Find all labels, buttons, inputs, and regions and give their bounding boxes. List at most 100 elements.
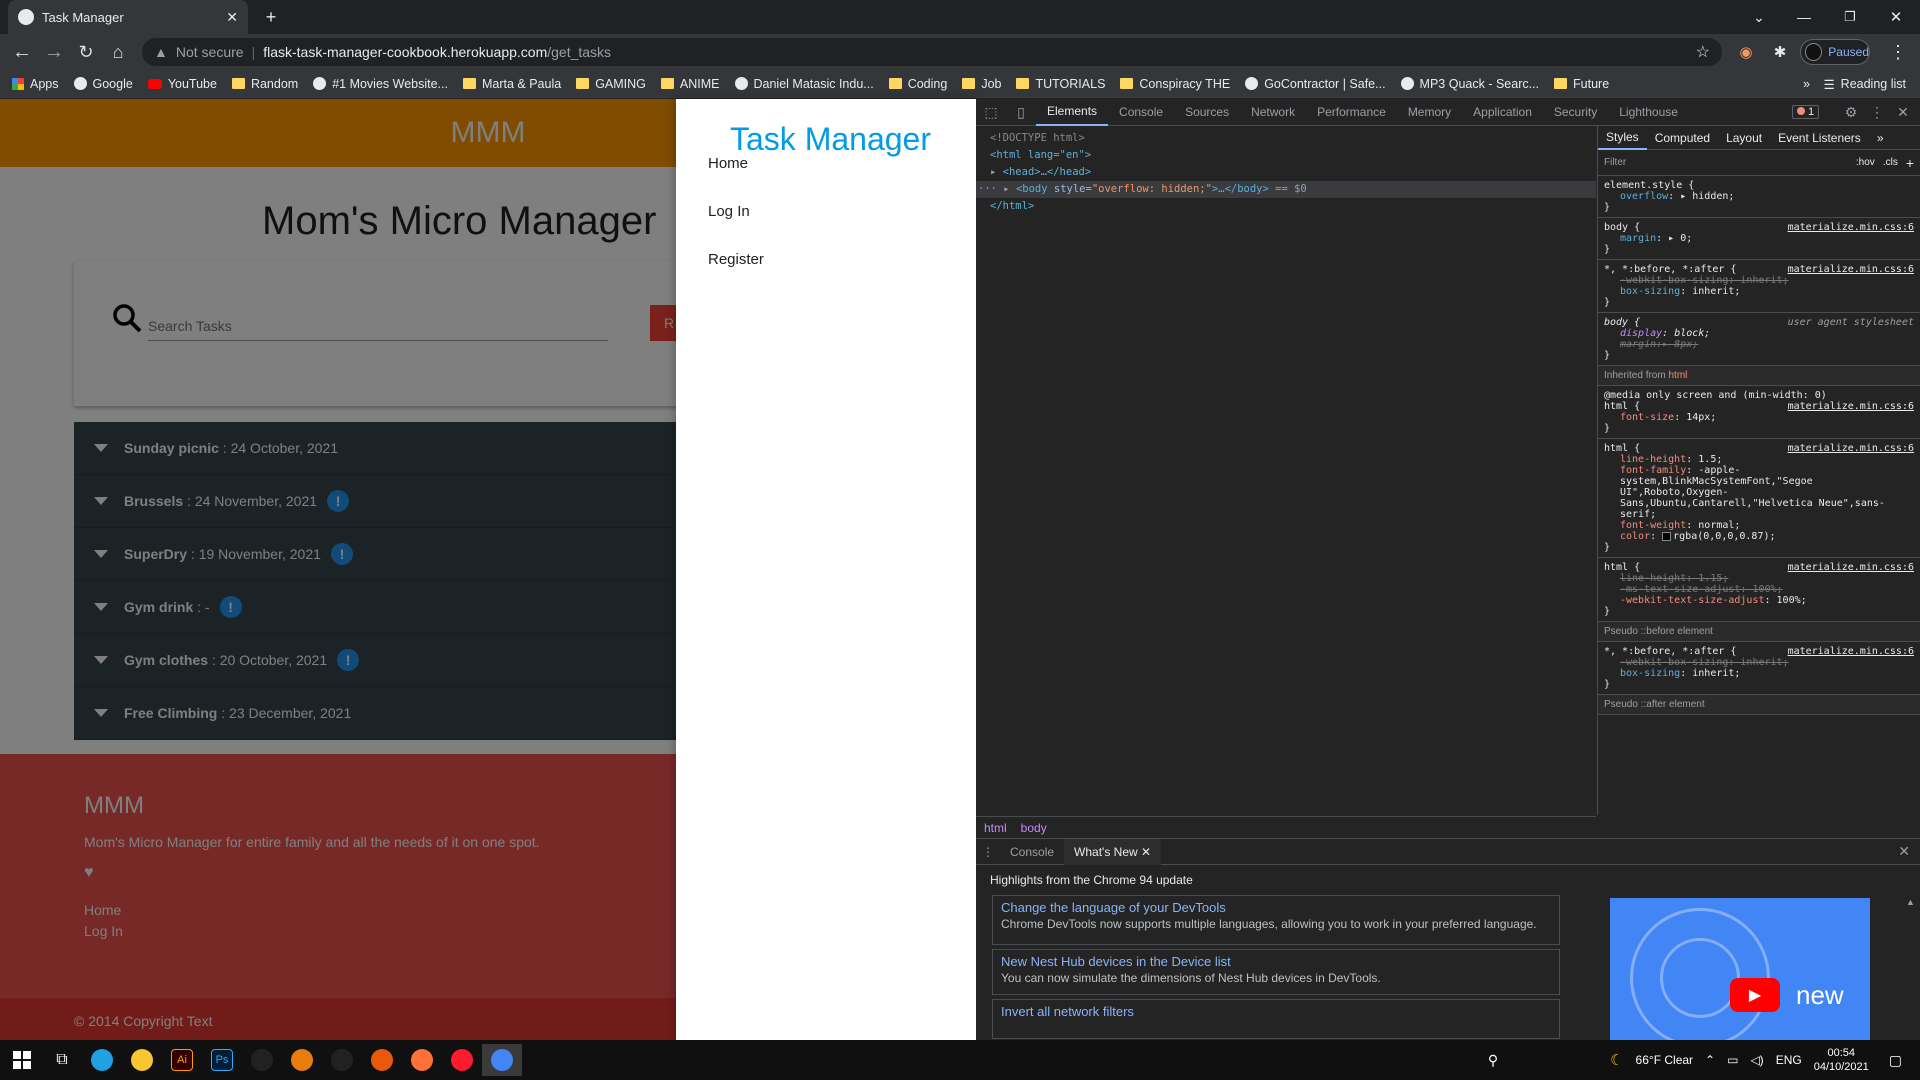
file-explorer-icon[interactable] (122, 1044, 162, 1076)
styles-tab-computed[interactable]: Computed (1647, 126, 1718, 150)
bookmark-item[interactable]: #1 Movies Website... (313, 77, 448, 91)
bookmark-item[interactable]: Conspiracy THE (1120, 77, 1230, 91)
rule-source-link[interactable]: materialize.min.css:6 (1788, 646, 1914, 657)
rule-value[interactable]: : 14px; (1674, 412, 1716, 423)
illustrator-icon[interactable]: Ai (162, 1044, 202, 1076)
task-view-icon[interactable]: ⧉ (42, 1044, 82, 1076)
sidenav-link-register[interactable]: Register (708, 251, 764, 268)
photoshop-icon[interactable]: Ps (202, 1044, 242, 1076)
rule-value[interactable]: : ▸ 0; (1656, 233, 1692, 244)
rule-prop[interactable]: box-sizing (1620, 668, 1680, 679)
cls-toggle[interactable]: .cls (1883, 157, 1898, 168)
not-secure-label[interactable]: Not secure (176, 44, 244, 60)
news-title[interactable]: New Nest Hub devices in the Device list (1001, 954, 1551, 969)
hov-toggle[interactable]: :hov (1856, 157, 1875, 168)
rule-value[interactable]: : inherit; (1728, 657, 1788, 668)
drawer-tab-console[interactable]: Console (1000, 839, 1064, 865)
rule-prop[interactable]: -webkit-box-sizing (1620, 657, 1728, 668)
error-count-badge[interactable]: 1 (1792, 105, 1820, 119)
rule-value[interactable]: : normal; (1686, 520, 1740, 531)
bookmark-item[interactable]: Job (962, 77, 1001, 91)
rule-value[interactable]: : inherit; (1728, 275, 1788, 286)
close-tab-icon[interactable]: ✕ (1141, 845, 1151, 859)
new-tab-button[interactable]: + (256, 2, 286, 32)
news-item[interactable]: Change the language of your DevTools Chr… (992, 895, 1560, 945)
minimize-icon[interactable]: — (1786, 2, 1822, 32)
styles-tab-styles[interactable]: Styles (1598, 126, 1647, 150)
browser-tab[interactable]: Task Manager ✕ (8, 0, 248, 34)
dom-line-head[interactable]: ▸ <head>…</head> (976, 164, 1596, 181)
volume-icon[interactable]: ◁) (1750, 1053, 1763, 1067)
window-close-icon[interactable]: ✕ (1878, 2, 1914, 32)
bookmark-item[interactable]: MP3 Quack - Searc... (1400, 77, 1539, 91)
forward-icon[interactable]: → (38, 34, 70, 70)
devtools-close-icon[interactable]: ✕ (1888, 99, 1918, 126)
device-toolbar-icon[interactable]: ▯ (1006, 99, 1036, 126)
rule-value[interactable]: : inherit; (1680, 668, 1740, 679)
rule-value[interactable]: : 1.15; (1686, 573, 1728, 584)
dom-line-html[interactable]: <html lang="en"> (976, 147, 1596, 164)
bookmark-item[interactable]: GoContractor | Safe... (1245, 77, 1386, 91)
notifications-icon[interactable]: ▢ (1889, 1052, 1902, 1069)
rule-value[interactable]: rgba(0,0,0,0.87); (1673, 531, 1775, 542)
bookmark-item[interactable]: Future (1554, 77, 1609, 91)
rule-prop[interactable]: font-family (1620, 465, 1686, 476)
rule-value[interactable]: :▸ 8px; (1656, 339, 1698, 350)
rule-value[interactable]: : 100%; (1765, 595, 1807, 606)
network-icon[interactable]: ▭ (1727, 1053, 1738, 1067)
inherited-tag[interactable]: html (1668, 370, 1687, 381)
rule-prop[interactable]: display (1620, 328, 1662, 339)
rule-source-link[interactable]: materialize.min.css:6 (1788, 222, 1914, 233)
rule-source-link[interactable]: materialize.min.css:6 (1788, 443, 1914, 454)
rule-prop[interactable]: font-weight (1620, 520, 1686, 531)
drawer-tab-whats-new[interactable]: What's New ✕ (1064, 838, 1162, 865)
sidenav-link-home[interactable]: Home (708, 155, 748, 172)
rule-source-link[interactable]: materialize.min.css:6 (1788, 562, 1914, 573)
bookmark-item[interactable]: Marta & Paula (462, 77, 561, 91)
home-icon[interactable]: ⌂ (102, 34, 134, 70)
dom-line-doctype[interactable]: <!DOCTYPE html> (976, 130, 1596, 147)
devtools-tab-network[interactable]: Network (1240, 99, 1306, 126)
dom-line-html-close[interactable]: </html> (976, 198, 1596, 215)
color-swatch-icon[interactable] (1662, 531, 1672, 541)
styles-filter-input[interactable]: Filter (1604, 157, 1856, 168)
tab-search-icon[interactable]: ⌄ (1744, 2, 1774, 32)
warning-icon[interactable]: ▲ (154, 44, 168, 60)
devtools-tab-performance[interactable]: Performance (1306, 99, 1397, 126)
bookmark-item[interactable]: ANIME (660, 77, 720, 91)
app-icon[interactable] (362, 1044, 402, 1076)
bookmark-item[interactable]: Google (73, 77, 133, 91)
sidenav-overlay[interactable] (0, 99, 676, 1045)
news-item[interactable]: Invert all network filters (992, 999, 1560, 1039)
people-icon[interactable]: ⚲ (1488, 1052, 1498, 1069)
bookmark-item[interactable]: TUTORIALS (1016, 77, 1105, 91)
bookmark-item[interactable]: YouTube (147, 77, 217, 91)
bookmark-item[interactable]: GAMING (576, 77, 646, 91)
rider-icon[interactable] (242, 1044, 282, 1076)
devtools-tab-elements[interactable]: Elements (1036, 99, 1109, 126)
rule-value[interactable]: : ▸ hidden; (1668, 191, 1734, 202)
extensions-puzzle-icon[interactable]: ✱ (1766, 38, 1794, 66)
bookmark-item[interactable]: Coding (888, 77, 947, 91)
language-indicator[interactable]: ENG (1776, 1053, 1802, 1067)
dom-line-body[interactable]: ··· ▸ <body style="overflow: hidden;">…<… (976, 181, 1596, 198)
windows-start-icon[interactable] (2, 1044, 42, 1076)
rule-source-link[interactable]: materialize.min.css:6 (1788, 264, 1914, 275)
rule-prop[interactable]: margin (1620, 339, 1656, 350)
styles-tab-layout[interactable]: Layout (1718, 126, 1770, 150)
chrome-icon[interactable] (482, 1044, 522, 1076)
breadcrumb-body[interactable]: body (1021, 821, 1047, 835)
more-bookmarks-button[interactable]: » (1803, 70, 1810, 98)
rule-prop[interactable]: font-size (1620, 412, 1674, 423)
rule-value[interactable]: : 1.5; (1686, 454, 1722, 465)
clock[interactable]: 00:54 04/10/2021 (1814, 1046, 1869, 1074)
tab-close-icon[interactable]: ✕ (226, 9, 238, 26)
weather-icon[interactable]: ☾ (1610, 1051, 1623, 1069)
devtools-tab-lighthouse[interactable]: Lighthouse (1608, 99, 1689, 126)
rule-source-link[interactable]: materialize.min.css:6 (1788, 401, 1914, 412)
menu-kebab-icon[interactable]: ⋮ (1884, 38, 1912, 66)
rule-prop[interactable]: -ms-text-size-adjust (1620, 584, 1740, 595)
profile-button[interactable]: Paused (1800, 39, 1870, 65)
rule-prop[interactable]: line-height (1620, 454, 1686, 465)
rule-prop[interactable]: -webkit-box-sizing (1620, 275, 1728, 286)
